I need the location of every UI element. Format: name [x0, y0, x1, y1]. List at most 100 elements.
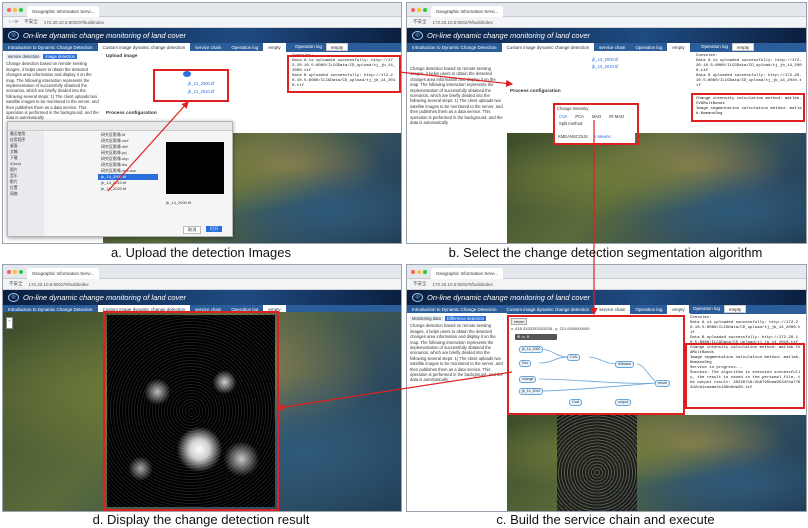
dialog-sidebar-item[interactable]: 网络: [10, 191, 44, 197]
zoom-control[interactable]: +: [6, 317, 13, 329]
tab-intro[interactable]: Introduction to Dynamic Change Detection: [3, 45, 98, 50]
log-tab-empty[interactable]: empty: [724, 305, 747, 313]
browser-tab[interactable]: Geographic Information Servi...: [27, 267, 100, 279]
browser-tab[interactable]: Geographic Information Servi...: [431, 267, 504, 279]
app-header: ◎ On-line dynamic change monitoring of l…: [407, 28, 806, 43]
browser-tab[interactable]: Geographic Information Servi...: [431, 5, 504, 17]
log-tab-empty[interactable]: empty: [732, 43, 755, 51]
satellite-map[interactable]: [507, 415, 806, 511]
intro-panel: Change detection based on remote sensing…: [407, 63, 507, 243]
security-label: 不安全: [413, 19, 427, 24]
log-highlight-box: [685, 343, 805, 409]
process-config-label: Process configuration: [106, 111, 157, 116]
subtab-difference-detection[interactable]: Difference detection: [444, 316, 487, 322]
intro-text: Change detection based on remote sensing…: [6, 61, 99, 121]
app-title: On-line dynamic change monitoring of lan…: [427, 31, 591, 40]
log-tab-empty[interactable]: empty: [326, 43, 349, 51]
app-title: On-line dynamic change monitoring of lan…: [427, 293, 591, 302]
globe-logo-icon: ◎: [8, 31, 19, 40]
dialog-sidebar: 最近使用 应用程序 桌面 文稿 下载 iCloud 图片 音乐 影片 位置 网络: [8, 131, 44, 236]
caption-d: d. Display the change detection result: [92, 512, 310, 527]
url-text[interactable]: 172.20.10.5:8002/#/buildindex: [29, 282, 89, 287]
tab-intro[interactable]: Introduction to Dynamic Change Detection: [407, 307, 502, 312]
app-header: ◎ On-line dynamic change monitoring of l…: [407, 290, 806, 305]
chain-node[interactable]: output: [615, 399, 631, 406]
caption-c: c. Build the service chain and execute: [496, 512, 715, 527]
address-bar[interactable]: 不安全 172.20.10.5:8002/#/buildindex: [3, 279, 401, 290]
chain-node[interactable]: Cvat: [569, 399, 583, 406]
chain-node[interactable]: Dco: [519, 360, 532, 367]
file-open-dialog: 最近使用 应用程序 桌面 文稿 下载 iCloud 图片 音乐 影片 位置 网络…: [7, 121, 233, 237]
app-title: On-line dynamic change monitoring of lan…: [23, 293, 187, 302]
globe-logo-icon: ◎: [412, 31, 423, 40]
nav-back-icon[interactable]: ‹ › ⟳: [9, 19, 18, 25]
chain-node[interactable]: KMeans: [615, 361, 634, 368]
process-config-label: Process configuration: [510, 89, 561, 94]
chain-node[interactable]: CVA: [567, 354, 580, 361]
file-2[interactable]: jb_14_2010.tif: [592, 64, 618, 69]
panel-a-screenshot: Geographic Information Servi... ‹ › ⟳ 不安…: [2, 2, 402, 244]
globe-logo-icon: ◎: [412, 293, 423, 302]
tab-custom[interactable]: Custom image dynamic change detection: [502, 307, 595, 312]
tab-operation-log[interactable]: Operation log: [226, 45, 263, 50]
chain-node[interactable]: result: [655, 380, 670, 387]
browser-tabbar: Geographic Information Servi...: [3, 265, 401, 279]
panel-b-screenshot: Geographic Information Servi... 不安全 172.…: [406, 2, 807, 244]
chain-node[interactable]: jb_14_2000: [519, 346, 544, 353]
security-label: 不安全: [9, 281, 23, 286]
browser-tabbar: Geographic Information Servi...: [407, 3, 806, 17]
url-text[interactable]: 172.20.10.5:8002/#/buildindex: [433, 20, 493, 25]
subtab-monitoring-data[interactable]: Monitoring data: [410, 316, 443, 322]
address-bar[interactable]: ‹ › ⟳ 不安全 172.20.10.5:8002/#/buildindex: [3, 17, 401, 28]
log-tabs: Operation log empty: [689, 305, 747, 313]
url-text[interactable]: 172.20.10.5:8002/#/buildindex: [433, 282, 493, 287]
tab-operation-log[interactable]: Operation log: [630, 45, 667, 50]
caption-b: b. Select the change detection segmentat…: [448, 245, 763, 260]
tab-service-chain[interactable]: service chain: [594, 305, 631, 314]
tab-empty[interactable]: empty: [667, 305, 690, 314]
dialog-preview-name: jb_14_2000.tif: [166, 200, 192, 205]
log-tab-operation[interactable]: Operation log: [291, 43, 327, 51]
address-bar[interactable]: 不安全 172.20.10.5:8002/#/buildindex: [407, 279, 806, 290]
browser-tab[interactable]: Geographic Information Servi...: [27, 5, 100, 17]
chain-node[interactable]: jb_14_2010: [519, 388, 544, 395]
dialog-cancel-button[interactable]: 取消: [183, 226, 202, 234]
caption-a: a. Upload the detection Images: [111, 245, 291, 260]
browser-tabbar: Geographic Information Servi...: [3, 3, 401, 17]
app-header: ◎ On-line dynamic change monitoring of l…: [3, 290, 401, 305]
log-tabs: Operation log empty: [697, 43, 755, 51]
chain-node[interactable]: change: [519, 376, 537, 383]
panel-d-screenshot: Geographic Information Servi... 不安全 172.…: [2, 264, 402, 512]
upload-label: Upload image: [106, 54, 138, 59]
app-title: On-line dynamic change monitoring of lan…: [23, 31, 187, 40]
log-highlight-box: [691, 93, 805, 122]
security-label: 不安全: [24, 19, 38, 24]
satellite-map[interactable]: [507, 133, 806, 243]
log-tab-operation[interactable]: Operation log: [689, 305, 725, 313]
log-highlight-box: [287, 55, 401, 93]
globe-logo-icon: ◎: [8, 293, 19, 302]
file-1[interactable]: jb_14_2000.tif: [592, 57, 618, 62]
dialog-open-button[interactable]: 打开: [206, 226, 223, 232]
address-bar[interactable]: 不安全 172.20.10.5:8002/#/buildindex: [407, 17, 806, 28]
console-log: Consoles: Data A is uploaded successfull…: [693, 52, 805, 94]
result-overlay-image: [557, 415, 637, 511]
intro-panel: Monitoring data Difference detection Cha…: [407, 313, 507, 511]
panel-c-screenshot: Geographic Information Servi... 不安全 172.…: [406, 264, 807, 512]
tab-intro[interactable]: Introduction to Dynamic Change Detection: [407, 45, 502, 50]
url-text[interactable]: 172.20.10.5:8002/#/buildindex: [44, 20, 104, 25]
log-tab-operation[interactable]: Operation log: [697, 43, 733, 51]
intro-text: Change detection based on remote sensing…: [410, 66, 503, 126]
app-header: ◎ On-line dynamic change monitoring of l…: [3, 28, 401, 43]
subtab-service-detection[interactable]: service detection: [6, 54, 42, 60]
tab-operation-log[interactable]: Operation log: [630, 307, 667, 312]
log-tabs: Operation log empty: [291, 43, 349, 51]
dialog-file-list: 研究区影像.tif 研究区影像.xml 研究区影像.dbf 研究区影像.prj …: [98, 132, 158, 192]
subtab-image-detection[interactable]: image detection: [43, 54, 78, 60]
tab-service-chain[interactable]: service chain: [190, 45, 226, 50]
dialog-file-item[interactable]: jb_14_2020.tif: [98, 186, 158, 192]
chain-links: [538, 348, 658, 392]
tab-service-chain[interactable]: service chain: [594, 45, 630, 50]
intro-text: Change detection based on remote sensing…: [410, 323, 503, 383]
security-label: 不安全: [413, 281, 427, 286]
